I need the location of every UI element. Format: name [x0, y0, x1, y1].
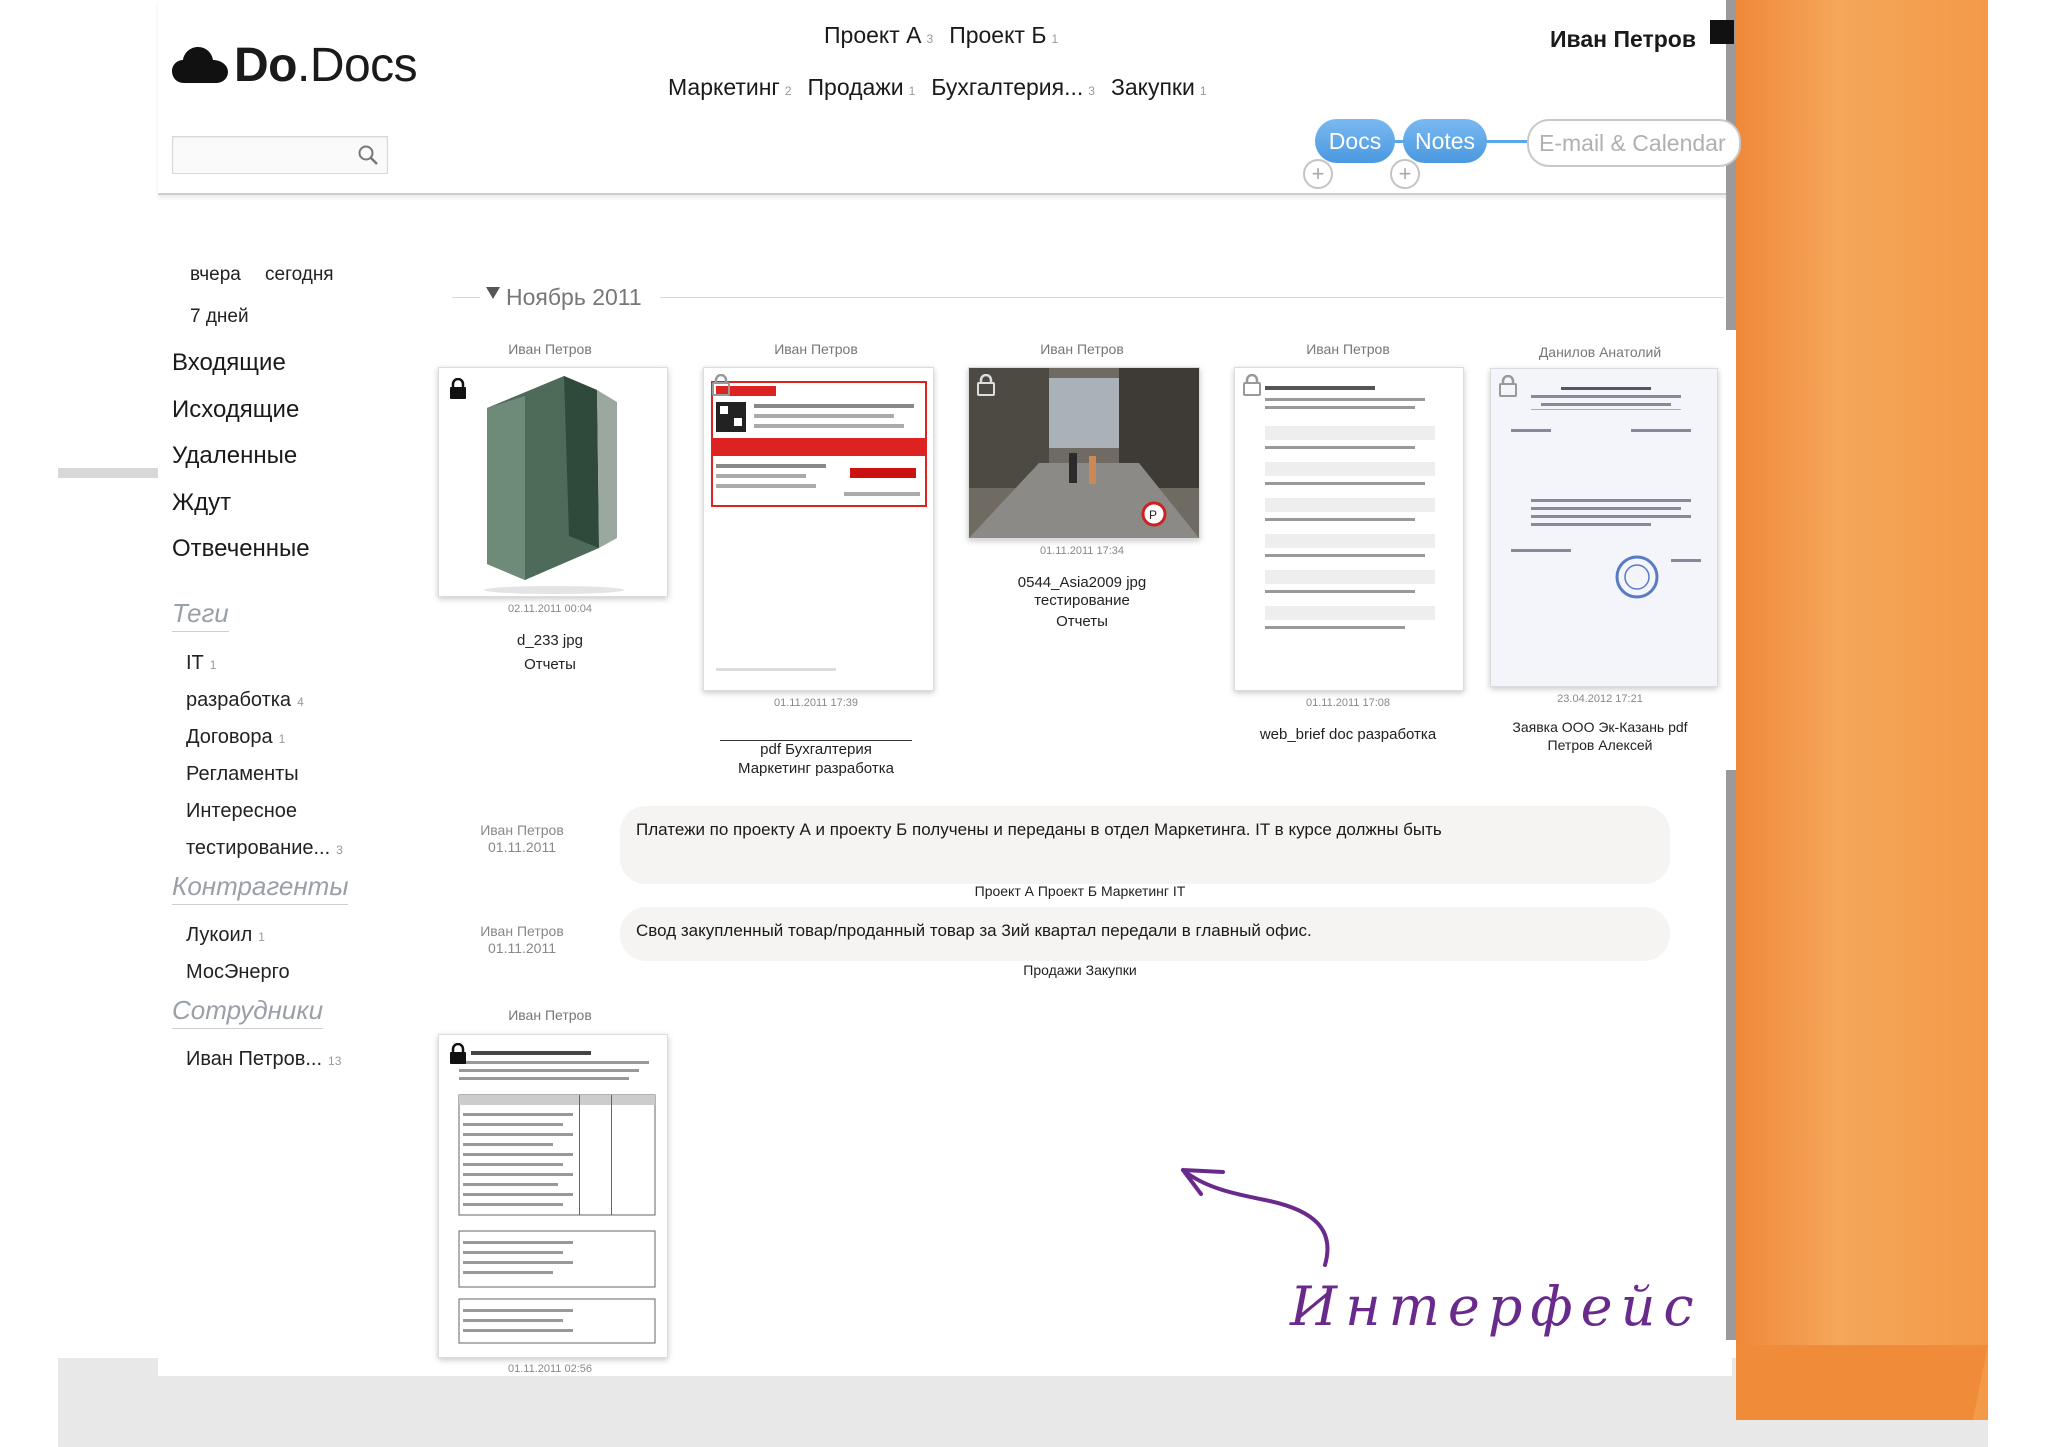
- lock-icon: [450, 1043, 466, 1064]
- doc-filename[interactable]: d_233 jpg: [400, 632, 700, 649]
- month-divider: [660, 297, 1724, 298]
- filter-yesterday[interactable]: вчера: [190, 264, 241, 286]
- folder-deleted[interactable]: Удаленные: [172, 442, 297, 470]
- tag-it[interactable]: IT 1: [186, 652, 216, 675]
- note-author: Иван Петров 01.11.2011: [480, 822, 564, 855]
- tag-testing[interactable]: тестирование... 3: [186, 837, 343, 860]
- nav-departments: Маркетинг 2 Продажи 1 Бухгалтерия... 3 Заку…: [668, 74, 1223, 101]
- doc-date: 01.11.2011 17:34: [1039, 545, 1124, 557]
- employees-heading[interactable]: Сотрудники: [172, 995, 324, 1029]
- doc-filename[interactable]: Заявка ООО Эк-Казань pdf: [1450, 719, 1750, 735]
- aeroexpress-ticket-image: [711, 381, 927, 671]
- month-title[interactable]: Ноябрь 2011: [506, 284, 642, 311]
- nav-item-purchases[interactable]: Закупки 1: [1111, 74, 1207, 101]
- doc-thumbnail[interactable]: [1234, 367, 1464, 691]
- doc-date: 01.11.2011 02:56: [507, 1363, 592, 1375]
- svg-text:P: P: [1149, 508, 1157, 522]
- nav-item-project-a[interactable]: Проект А3: [824, 22, 933, 49]
- filter-today[interactable]: сегодня: [265, 264, 334, 286]
- nav-item-sales[interactable]: Продажи 1: [808, 74, 916, 101]
- orange-sticky-paper: [1736, 0, 1988, 1420]
- collapse-triangle-icon[interactable]: [486, 287, 500, 301]
- doc-tags[interactable]: Отчеты: [400, 656, 700, 673]
- doc-thumbnail[interactable]: [1490, 368, 1718, 687]
- folder-outbox[interactable]: Исходящие: [172, 396, 299, 424]
- doc-tags[interactable]: тестирование: [932, 592, 1232, 609]
- tag-contracts[interactable]: Договора 1: [186, 726, 285, 749]
- tag-development[interactable]: разработка 4: [186, 689, 304, 712]
- folder-waiting[interactable]: Ждут: [172, 489, 231, 517]
- doc-author: Иван Петров: [508, 1007, 592, 1023]
- tab-notes[interactable]: Notes: [1403, 119, 1487, 163]
- doc-author: Иван Петров: [1040, 341, 1124, 357]
- add-doc-button[interactable]: +: [1303, 159, 1333, 189]
- logout-icon[interactable]: [1710, 20, 1734, 44]
- street-photo-image: P: [969, 368, 1199, 538]
- user-name[interactable]: Иван Петров: [1550, 26, 1696, 53]
- doc-tags[interactable]: Отчеты: [932, 613, 1232, 630]
- lock-icon: [1499, 375, 1517, 397]
- doc-thumbnail[interactable]: [438, 1034, 668, 1358]
- note-tags[interactable]: Проект А Проект Б Маркетинг IT: [780, 883, 1380, 899]
- tab-docs[interactable]: Docs: [1315, 119, 1395, 163]
- folder-answered[interactable]: Отвеченные: [172, 535, 310, 563]
- tab-email-calendar[interactable]: E-mail & Calendar: [1527, 119, 1741, 167]
- text-document-image: [1265, 386, 1435, 629]
- filter-7-days[interactable]: 7 дней: [190, 306, 249, 328]
- nav-item-project-b[interactable]: Проект Б1: [949, 22, 1058, 49]
- logo-text: Do.Docs: [234, 38, 418, 92]
- contractors-heading[interactable]: Контрагенты: [172, 871, 349, 905]
- tab-connector: [1490, 140, 1530, 143]
- doc-date: 01.11.2011 17:08: [1305, 697, 1390, 709]
- lock-icon: [450, 378, 466, 399]
- nav-item-accounting[interactable]: Бухгалтерия... 3: [931, 74, 1095, 101]
- doc-author: Иван Петров: [508, 341, 592, 357]
- month-divider: [452, 297, 480, 298]
- orange-sticky-fold: [1736, 1345, 1988, 1420]
- tag-interesting[interactable]: Интересное: [186, 800, 297, 823]
- note-tags[interactable]: Продажи Закупки: [780, 962, 1380, 978]
- nav-projects: Проект А3 Проект Б1: [824, 22, 1074, 49]
- doc-tags[interactable]: Маркетинг разработка: [666, 760, 966, 777]
- doc-date: 23.04.2012 17:21: [1557, 693, 1643, 705]
- employee-ivan-petrov[interactable]: Иван Петров... 13: [186, 1048, 341, 1071]
- note-bubble[interactable]: Свод закупленный товар/проданный товар з…: [620, 907, 1670, 961]
- doc-thumbnail[interactable]: [703, 367, 934, 691]
- doc-thumbnail[interactable]: P: [968, 367, 1200, 539]
- lock-icon: [1243, 374, 1261, 396]
- app-window: [158, 0, 1732, 1376]
- doc-author: Данилов Анатолий: [1538, 344, 1662, 360]
- note-bubble[interactable]: Платежи по проекту А и проекту Б получен…: [620, 806, 1670, 884]
- search-box[interactable]: [172, 136, 388, 174]
- software-box-image: [484, 376, 624, 594]
- lock-icon: [977, 374, 995, 396]
- tags-heading[interactable]: Теги: [172, 598, 229, 632]
- doc-author: Иван Петров: [1306, 341, 1390, 357]
- doc-tags[interactable]: Петров Алексей: [1450, 737, 1750, 753]
- handwritten-annotation: Интерфейс: [1290, 1275, 1702, 1338]
- doc-date: 01.11.2011 17:39: [773, 697, 858, 709]
- price-list-document-image: [458, 1051, 656, 1344]
- add-note-button[interactable]: +: [1390, 159, 1420, 189]
- tag-regulations[interactable]: Регламенты: [186, 763, 299, 786]
- search-icon[interactable]: [357, 144, 379, 166]
- doc-filename[interactable]: 0544_Asia2009 jpg: [932, 574, 1232, 591]
- note-author: Иван Петров 01.11.2011: [480, 923, 564, 956]
- folder-inbox[interactable]: Входящие: [172, 349, 286, 377]
- scrollbar-thumb[interactable]: [1726, 330, 1736, 770]
- doc-date: 02.11.2011 00:04: [507, 603, 592, 615]
- doc-filename[interactable]: pdf Бухгалтерия: [666, 741, 966, 758]
- cloud-icon: [172, 47, 228, 83]
- application-letter-image: [1491, 369, 1717, 686]
- nav-item-marketing[interactable]: Маркетинг 2: [668, 74, 792, 101]
- background-strip: [58, 468, 160, 478]
- doc-author: Иван Петров: [774, 341, 858, 357]
- doc-thumbnail[interactable]: [438, 367, 668, 597]
- annotation-arrow-icon: [1181, 1168, 1330, 1267]
- contractor-lukoil[interactable]: Лукоил 1: [186, 924, 265, 947]
- app-logo[interactable]: Do.Docs: [172, 38, 418, 92]
- contractor-mosenergo[interactable]: МосЭнерго: [186, 961, 290, 984]
- lock-icon: [712, 374, 730, 396]
